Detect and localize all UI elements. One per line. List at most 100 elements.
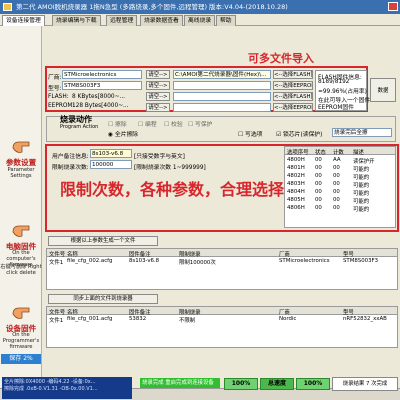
option-protect[interactable]: ☐ 写保护 xyxy=(188,119,212,128)
tab-data-view[interactable]: 烧录数据查看 xyxy=(140,15,183,26)
option-program-label: 编程 xyxy=(145,122,157,128)
table-row-3-col-1: 00 xyxy=(315,181,322,187)
pc-row-0-name: file_cfg_002.acfg xyxy=(67,258,113,264)
app-icon xyxy=(3,3,12,11)
flash-file-path[interactable]: C:\AMOI第二代烧录器\固件(Hex)\... xyxy=(173,70,271,79)
fw-info-line-3: =99.96%(占用率) xyxy=(318,89,367,95)
eeprom-file-path[interactable] xyxy=(173,81,271,90)
model-select[interactable]: STM8S003F3 xyxy=(62,81,142,90)
option-full-erase[interactable]: ◉ 全片擦除 xyxy=(108,129,138,138)
table-row[interactable]: 文件1 file_cfg_001.acfg 53832 不限制 Nordic n… xyxy=(47,316,397,324)
eeprom-file-path-2[interactable] xyxy=(173,103,271,112)
clear-button-4[interactable]: 请空--> xyxy=(146,103,170,112)
option-byte-col-status: 状态 xyxy=(315,150,326,156)
status-message: 烧录完成 重启完成到连接设备 xyxy=(140,378,220,388)
dev-col-limit: 限制烧录 xyxy=(179,310,201,316)
tab-offline[interactable]: 离线烧录 xyxy=(184,15,216,26)
annotation-limits: 限制次数，各种参数，合理选择 xyxy=(60,180,285,199)
option-erase[interactable]: ☐ 擦除 xyxy=(108,119,127,128)
pc-col-limit: 限制烧录 xyxy=(179,252,201,258)
table-row-2-col-2: 00 xyxy=(333,173,340,179)
pick-flash-button[interactable]: <--选择FLASH固件 xyxy=(273,70,313,79)
close-icon[interactable] xyxy=(388,2,398,11)
option-lock-chip[interactable]: ☑ 锁芯片(读保护) xyxy=(276,129,322,138)
hand-pointer-icon xyxy=(12,307,30,319)
tab-help[interactable]: 帮助 xyxy=(216,15,236,26)
data-button[interactable]: 数据 xyxy=(370,78,396,102)
generate-file-button[interactable]: 根据以上参数生成一个文件 xyxy=(48,236,158,246)
tab-remote[interactable]: 远程管理 xyxy=(106,15,138,26)
table-row-2-col-1: 00 xyxy=(315,173,322,179)
pc-col-index: 文件号 xyxy=(49,252,66,258)
clear-button-3[interactable]: 请空--> xyxy=(146,92,170,101)
option-byte-col-desc: 描述 xyxy=(353,150,364,156)
status-log-line-2: 擦除完成 .0xB-0.V1.31 -OB-0x.00.V1... xyxy=(4,386,98,392)
table-row-3-col-0: 4803H xyxy=(287,181,305,187)
table-row-6-col-2: 00 xyxy=(333,205,340,211)
progress-1: 100% xyxy=(224,378,258,390)
dev-row-0-name: file_cfg_001.acfg xyxy=(67,316,113,322)
pc-firmware-hint: 右键可删除 Right click delete xyxy=(0,264,42,276)
table-row-0-col-2: AA xyxy=(333,157,341,163)
pc-row-0-maker: STMicroelectronics xyxy=(279,258,330,264)
remark-hint: [只接受数字与英文] xyxy=(134,154,185,160)
maker-select[interactable]: STMicroelectronics xyxy=(62,70,142,79)
option-byte-col-index: 选项序号 xyxy=(287,150,309,156)
option-verify-label: 校验 xyxy=(171,122,183,128)
flash-value: 8 KBytes[8000~... xyxy=(72,94,125,100)
dev-row-0-model: nRF52832_xxAB xyxy=(343,316,387,322)
remark-input[interactable]: 8s103-v6.8 xyxy=(90,149,132,158)
table-row-4-col-0: 4804H xyxy=(287,189,305,195)
program-action-heading-en: Program Action xyxy=(60,124,99,130)
pc-col-name: 名称 xyxy=(67,252,78,258)
pick-eeprom-button-2[interactable]: <--选择EEPROM固件 xyxy=(273,103,313,112)
annotation-multi-file: 可多文件导入 xyxy=(248,52,314,65)
table-row[interactable]: 文件1 file_cfg_002.acfg 8s103-v6.8 限制10000… xyxy=(47,258,397,266)
option-byte-table: 选项序号 状态 计数 描述 4800H 00 AA 读保护开 4801H 00 … xyxy=(284,146,396,228)
pick-flash-button-2[interactable]: <--选择FLASH固件 xyxy=(273,92,313,101)
clear-button-2[interactable]: 请空--> xyxy=(146,81,170,90)
option-program[interactable]: ☐ 编程 xyxy=(138,119,157,128)
table-row-5-col-2: 00 xyxy=(333,197,340,203)
option-verify[interactable]: ☐ 校验 xyxy=(164,119,183,128)
dev-col-maker: 厂商 xyxy=(279,310,290,316)
table-row-5-col-0: 4805H xyxy=(287,197,305,203)
option-erase-label: 擦除 xyxy=(115,122,127,128)
firmware-info-panel: FLASH固件信息: 8189/8192 =99.96%(占用率) 在此可导入一… xyxy=(315,70,370,111)
option-write-option[interactable]: ☐ 写选项 xyxy=(238,129,262,138)
table-row-0-col-0: 4800H xyxy=(287,157,305,163)
dev-col-name: 名称 xyxy=(67,310,78,316)
save-progress[interactable]: 保存 2% xyxy=(1,354,41,364)
clear-button[interactable]: 请空--> xyxy=(146,70,170,79)
device-file-list: 文件号 名称 固件备注 限制烧录 厂商 型号 文件1 file_cfg_001.… xyxy=(46,306,398,348)
table-row-0-col-3: 读保护开 xyxy=(353,159,375,165)
pc-col-remark: 固件备注 xyxy=(129,252,151,258)
burn-result: 烧录结果 7 次完成 xyxy=(332,377,398,391)
table-row-4-col-1: 00 xyxy=(315,189,322,195)
status-log-line-1: 全片擦除:0X4000 -编码4.22 -设备:0x... xyxy=(4,379,96,385)
remark-label: 用户备注信息: xyxy=(52,154,89,160)
flash-label: FLASH: xyxy=(48,94,69,100)
status-log: 全片擦除:0X4000 -编码4.22 -设备:0x... 擦除完成 .0xB-… xyxy=(2,377,132,399)
limit-input[interactable]: 100000 xyxy=(90,160,132,169)
fw-info-line-2: 8189/8192 xyxy=(318,79,350,85)
params-sublabel: Parameter Settings xyxy=(7,167,35,179)
mode-select[interactable]: 烧录完后全擦 xyxy=(332,128,392,137)
table-row-1-col-2: 00 xyxy=(333,165,340,171)
total-speed: 总速度 xyxy=(260,378,294,390)
option-full-erase-label: 全片擦除 xyxy=(114,132,139,138)
table-row-1-col-0: 4801H xyxy=(287,165,305,171)
flash-file-path-2[interactable] xyxy=(173,92,271,101)
option-protect-label: 写保护 xyxy=(195,122,213,128)
table-row-5-col-1: 00 xyxy=(315,197,322,203)
sync-to-programmer-button[interactable]: 同步上面的文件到烧录器 xyxy=(48,294,158,304)
title-bar: 第二代 AMOI脱机烧录器 1拖N急型 (多路烧录,多个固件,远程管理) 版本:… xyxy=(0,0,400,14)
pc-row-0-remark: 8s103-v6.8 xyxy=(129,258,160,264)
table-row-6-col-3: 可能的 xyxy=(353,207,370,213)
dev-col-index: 文件号 xyxy=(49,310,66,316)
tab-burn-edit[interactable]: 烧录编辑与下载 xyxy=(52,15,101,26)
table-row-0-col-1: 00 xyxy=(315,157,322,163)
option-write-option-label: 写选项 xyxy=(245,132,263,138)
pick-eeprom-button[interactable]: <--选择EEPROM固件 xyxy=(273,81,313,90)
dev-col-remark: 固件备注 xyxy=(129,310,151,316)
